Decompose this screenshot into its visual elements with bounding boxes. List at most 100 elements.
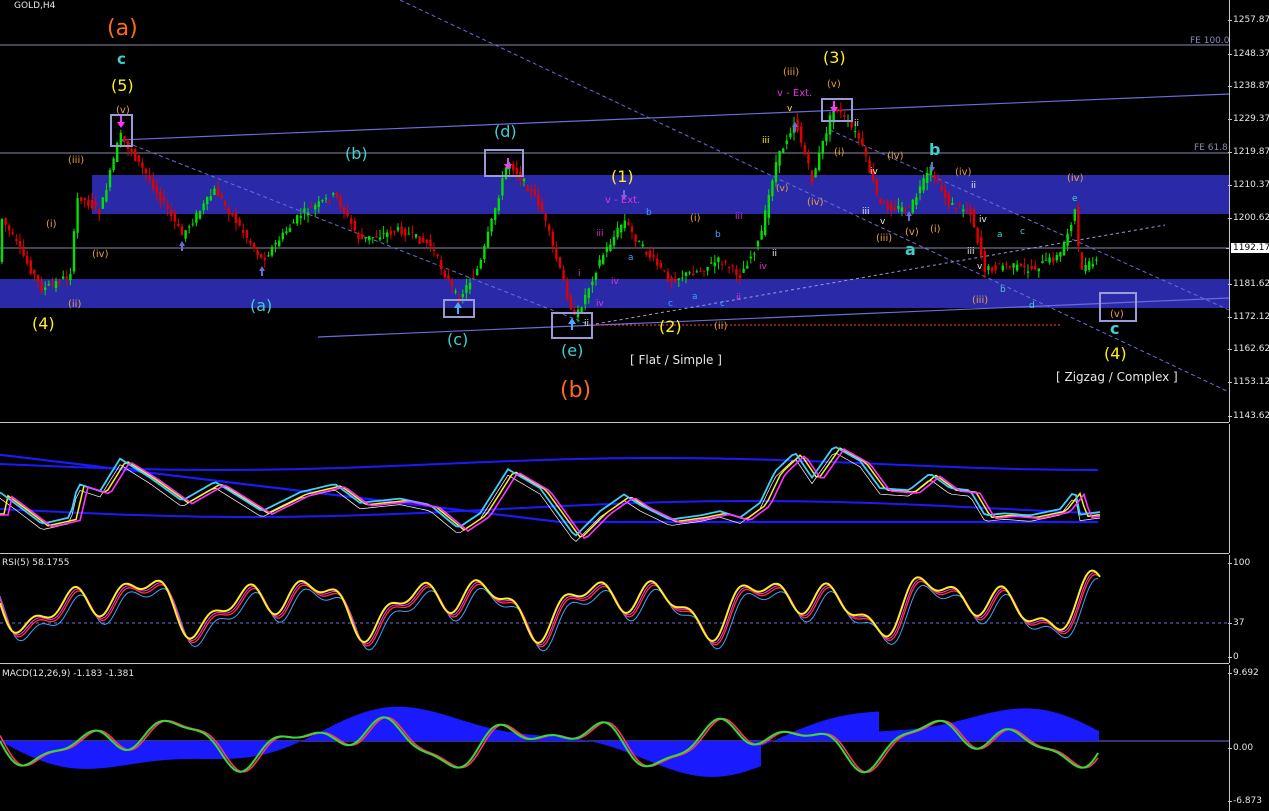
wave-label-e-paren: (e): [561, 341, 584, 360]
sub-label: iii: [762, 136, 770, 146]
sub-label: v: [977, 262, 983, 272]
ma-indicator-pane[interactable]: [0, 424, 1229, 553]
sub-label: iv: [979, 215, 987, 225]
wave-label-a-paren: (a): [250, 296, 273, 315]
rsi-axis: [1229, 555, 1269, 663]
wave-label-1: (1): [611, 167, 634, 186]
ma-axis: [1229, 424, 1269, 553]
wave-label-v-right: (v): [905, 227, 919, 238]
flat-simple-label: [ Flat / Simple ]: [630, 353, 722, 367]
wave-label-d-paren: (d): [494, 122, 517, 141]
current-price-tag: 1192.17: [1225, 243, 1269, 253]
sub-label: iii: [735, 212, 743, 222]
wave-label-c-paren: (c): [447, 330, 469, 349]
fe100-label: FE 100.0: [1190, 36, 1230, 46]
fe618-label: FE 61.8: [1194, 143, 1228, 153]
macd-axis: [1229, 665, 1269, 811]
sub-label: ii: [854, 119, 860, 129]
rsi-title: RSI(5) 58.1755: [2, 558, 70, 568]
sub-label: ii: [584, 319, 590, 329]
wave-label-iv-near: (iv): [955, 167, 972, 178]
rsi-svg: [0, 569, 1229, 652]
sub-label: e: [1072, 194, 1078, 204]
sub-label: c: [668, 299, 673, 309]
sub-label: b: [715, 230, 721, 240]
wave-label-ii-left: (ii): [68, 299, 82, 310]
sub-label: i: [578, 269, 581, 279]
price-tick: 1238.87: [1227, 81, 1269, 91]
sub-label: b: [646, 208, 652, 218]
price-axis: [1229, 0, 1269, 422]
pane-separator-1: [0, 422, 1229, 423]
wave-label-3: (3): [823, 48, 846, 67]
wave-label-i-right: (i): [930, 224, 941, 235]
macd-tick: 0.00: [1227, 743, 1254, 753]
sub-label: c: [720, 299, 725, 309]
wave-label-4-left: (4): [32, 314, 55, 333]
pane-separator-3: [0, 663, 1229, 664]
sub-label: ii: [772, 249, 778, 259]
wave-label-b-big: (b): [560, 378, 592, 403]
symbol-title: GOLD,H4: [14, 1, 56, 11]
pane-separator-2: [0, 553, 1229, 554]
price-tick: 1210.37: [1227, 180, 1269, 190]
wave-label-c-top: c: [117, 50, 126, 68]
sub-label: v: [787, 104, 793, 114]
macd-title: MACD(12,26,9) -1.183 -1.381: [2, 669, 135, 679]
rsi-tick: 100: [1227, 558, 1251, 568]
sub-label: c: [1020, 227, 1025, 237]
sub-label: iv: [870, 167, 878, 177]
wave-label-i-left: (i): [46, 219, 57, 230]
zigzag-complex-label: [ Zigzag / Complex ]: [1056, 370, 1178, 384]
price-tick: 1257.87: [1227, 15, 1269, 25]
sub-label: ii: [736, 293, 742, 303]
price-tick: 1153.12: [1227, 377, 1269, 387]
macd-tick: -6.873: [1227, 796, 1263, 806]
price-tick: 1200.62: [1227, 213, 1269, 223]
price-tick: 1143.62: [1227, 411, 1269, 421]
rsi-tick: 0: [1228, 652, 1239, 662]
sub-label: ii: [971, 181, 977, 191]
upper-zone: [92, 175, 1229, 214]
sub-label: iii: [967, 247, 975, 257]
sub-label: iv: [759, 262, 767, 272]
price-tick: 1219.87: [1227, 147, 1269, 157]
wave-label-v-small: (v): [116, 105, 130, 116]
wave-label-4-far: (4): [1104, 344, 1127, 363]
sub-label: iii: [862, 207, 870, 217]
sub-label: a: [628, 253, 634, 263]
wave-label-iv-top: (iv): [807, 197, 824, 208]
sub-label: iv: [611, 277, 619, 287]
wave-label-iv-right: (iv): [887, 151, 904, 162]
wave-label-c-far: c: [1110, 319, 1120, 338]
sub-label: (i): [690, 213, 701, 224]
macd-pane[interactable]: MACD(12,26,9) -1.183 -1.381: [0, 665, 1229, 811]
sub-label: iii: [596, 229, 604, 239]
sub-label: (v): [776, 184, 789, 194]
price-tick: 1162.62: [1227, 344, 1269, 354]
wave-label-a-big: (a): [107, 16, 138, 41]
wave-label-iv-far: (iv): [1067, 173, 1084, 184]
wave-label-v-ext-2: v - Ext.: [777, 88, 813, 99]
price-chart-svg: [0, 0, 1229, 393]
ma-indicator-svg: [0, 446, 1101, 542]
wave-label-v-ext-1: v - Ext.: [605, 195, 641, 206]
sub-label: a: [692, 292, 698, 302]
price-tick: 1181.62: [1227, 279, 1269, 289]
price-tick: 1229.37: [1227, 114, 1269, 124]
rsi-pane[interactable]: RSI(5) 58.1755: [0, 555, 1229, 663]
wave-label-iii-left: (iii): [68, 155, 85, 166]
upper-trendline: [119, 93, 1229, 141]
wave-label-iii-top: (iii): [783, 67, 800, 78]
wave-label-iv-left: (iv): [92, 249, 109, 260]
wave-label-a-teal: a: [905, 240, 916, 259]
price-tick: 1248.37: [1227, 49, 1269, 59]
wave-label-i-top: (i): [834, 147, 845, 158]
sub-label: b: [1000, 285, 1006, 295]
price-chart-pane[interactable]: GOLD,H4 FE 100.0 FE 61.8 (a) c (5) (v) (…: [0, 0, 1230, 422]
macd-tick: 9.692: [1228, 668, 1259, 678]
wave-label-b-paren: (b): [345, 144, 368, 163]
wave-label-ii-mid: (ii): [714, 321, 728, 332]
wave-label-b-teal: b: [929, 140, 941, 159]
macd-svg: [0, 706, 1229, 777]
